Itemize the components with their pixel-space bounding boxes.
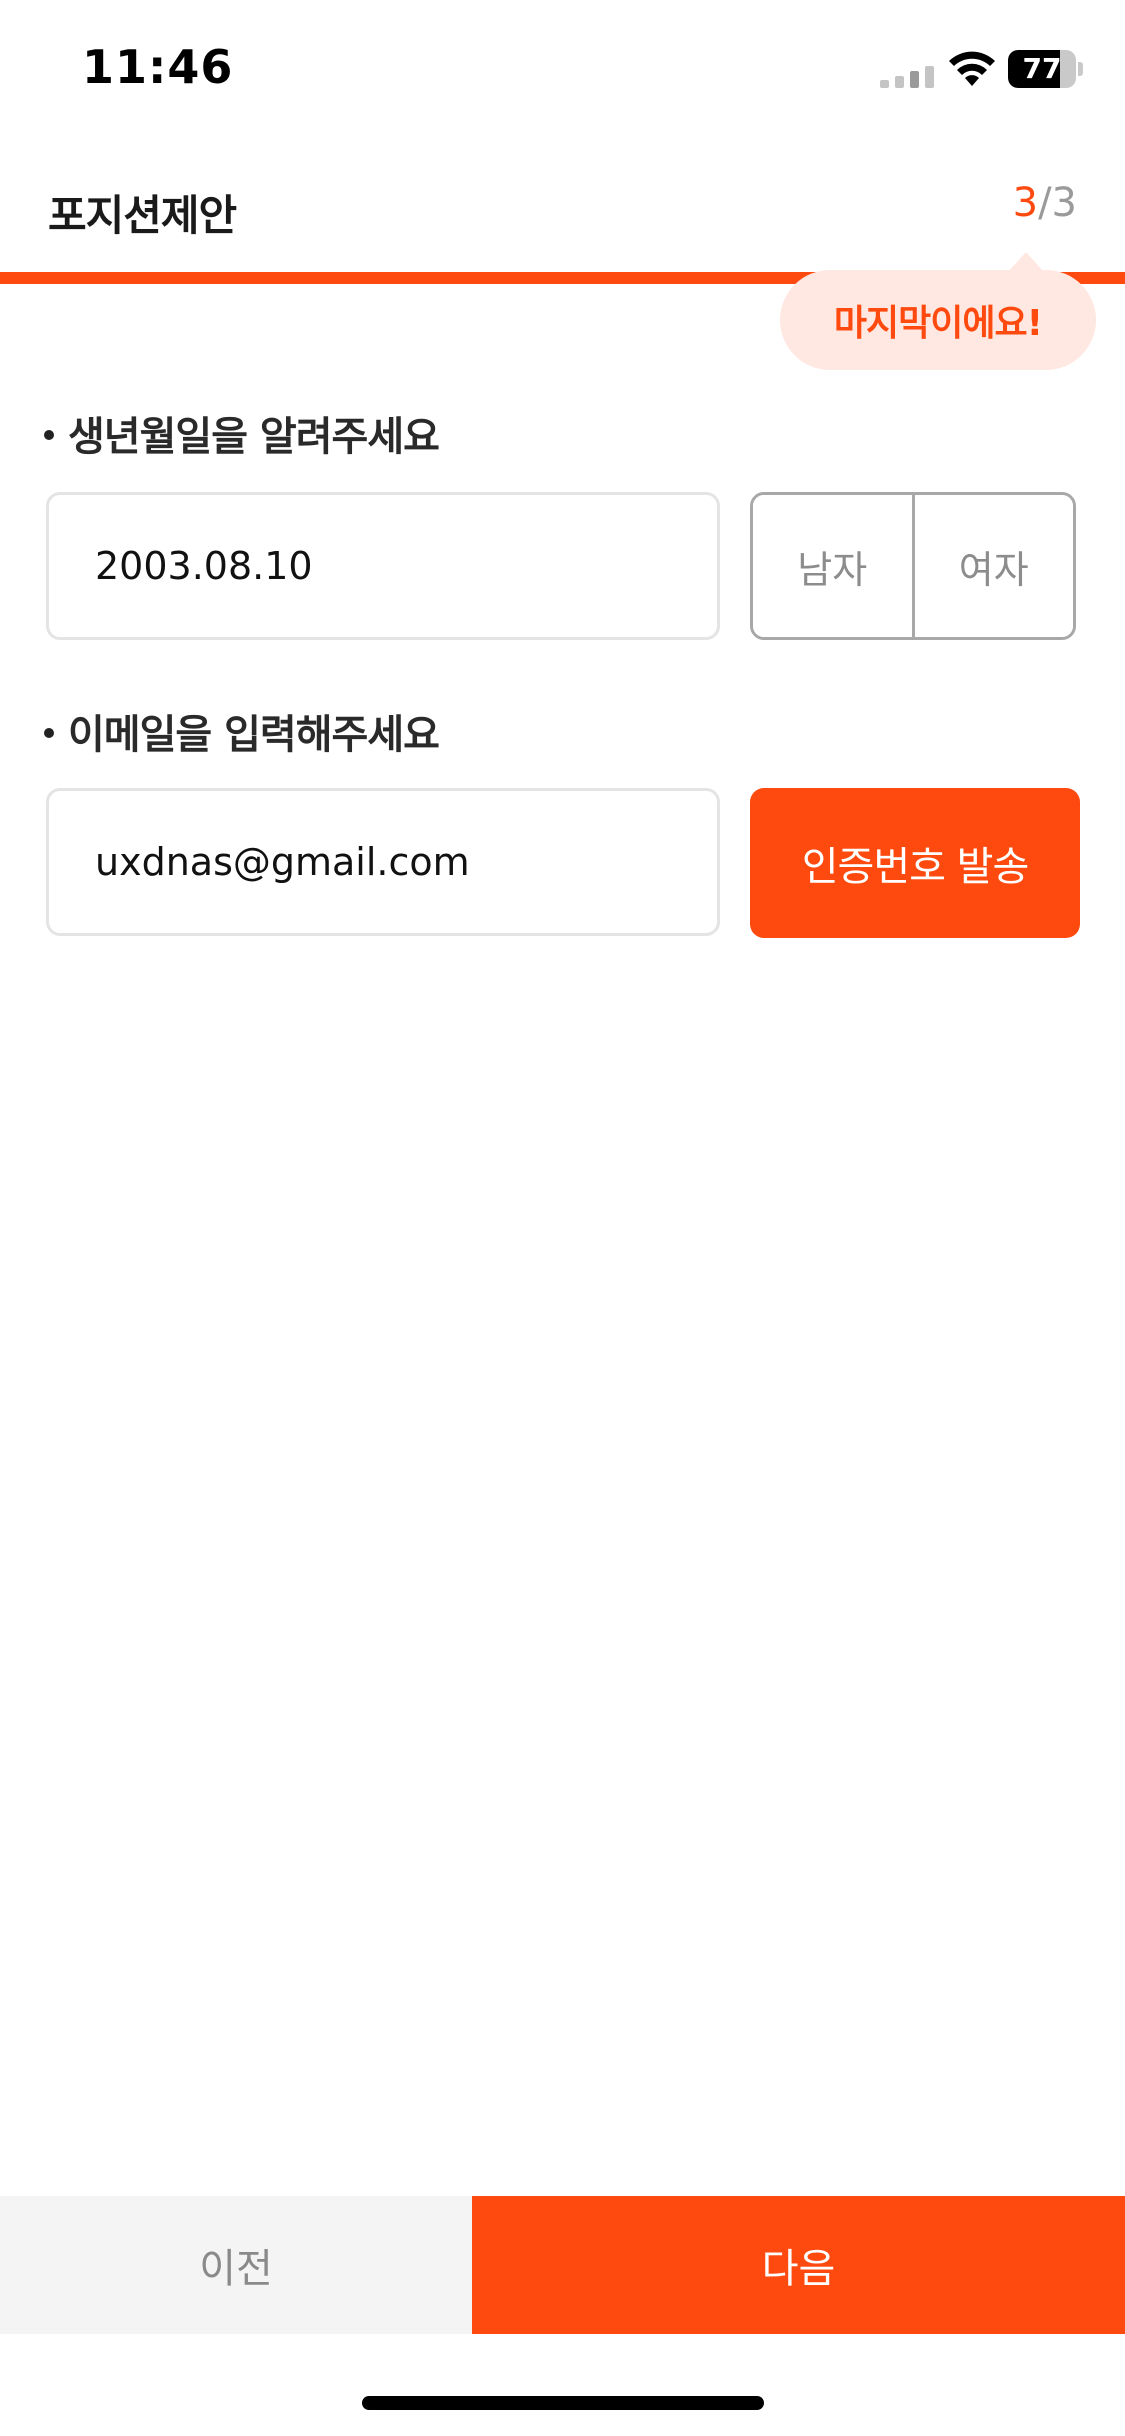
- battery-level-text: 77: [1022, 52, 1062, 85]
- signal-icon: [880, 66, 934, 88]
- screen: 11:46 77 포지션제안 3/3 마지막이에요! 생년월일을 알려주세요 2…: [0, 0, 1125, 2436]
- birth-label: 생년월일을 알려주세요: [44, 404, 440, 462]
- birthdate-field[interactable]: [46, 492, 720, 640]
- bullet-icon: [44, 728, 54, 738]
- step-separator: /: [1038, 180, 1052, 226]
- gender-toggle: 남자 여자: [750, 492, 1076, 640]
- battery-icon: 77: [1008, 50, 1084, 88]
- header: 포지션제안 3/3: [0, 160, 1125, 270]
- step-current: 3: [1012, 180, 1039, 226]
- last-step-tooltip: 마지막이에요!: [780, 252, 1096, 370]
- page-title: 포지션제안: [48, 191, 237, 240]
- status-bar: 11:46 77: [0, 0, 1125, 140]
- bottom-nav: 이전 다음: [0, 2196, 1125, 2334]
- email-input[interactable]: [95, 840, 717, 884]
- next-button[interactable]: 다음: [472, 2196, 1125, 2334]
- tooltip-text: 마지막이에요!: [833, 303, 1043, 344]
- email-label: 이메일을 입력해주세요: [44, 702, 440, 760]
- step-total: 3: [1051, 180, 1077, 226]
- send-verification-code-button[interactable]: 인증번호 발송: [750, 788, 1080, 938]
- step-indicator: 3/3: [1013, 180, 1077, 226]
- bullet-icon: [44, 430, 54, 440]
- tooltip-tail: [1008, 252, 1044, 272]
- birth-label-text: 생년월일을 알려주세요: [68, 414, 440, 460]
- home-indicator[interactable]: [362, 2396, 764, 2410]
- email-field[interactable]: [46, 788, 720, 936]
- wifi-icon: [949, 51, 995, 86]
- birthdate-input[interactable]: [95, 544, 717, 588]
- gender-female-option[interactable]: 여자: [911, 495, 1073, 637]
- email-label-text: 이메일을 입력해주세요: [68, 712, 440, 758]
- prev-button[interactable]: 이전: [0, 2196, 472, 2334]
- status-time: 11:46: [82, 40, 234, 94]
- gender-male-option[interactable]: 남자: [753, 495, 912, 637]
